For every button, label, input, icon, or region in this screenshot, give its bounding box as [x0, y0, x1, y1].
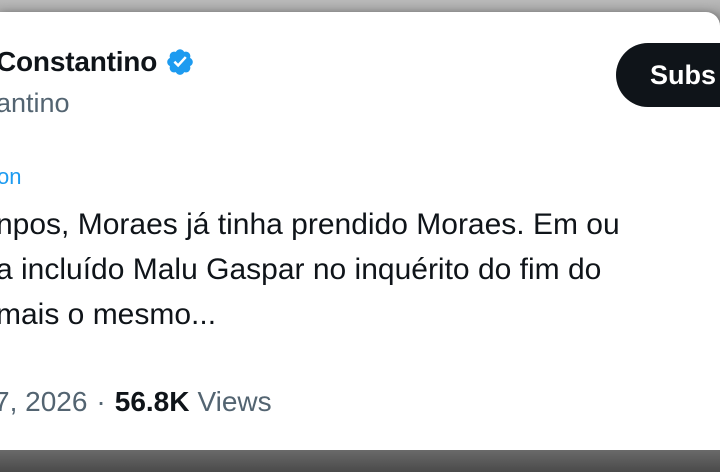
subscribe-button[interactable]: Subs	[616, 43, 720, 107]
views-label: Views	[197, 386, 272, 417]
tweet-meta: 7, 2026 · 56.8K Views	[0, 386, 272, 418]
verified-badge-icon[interactable]	[165, 47, 195, 77]
tweet-date[interactable]: 7, 2026	[0, 386, 87, 418]
meta-separator: ·	[96, 386, 106, 417]
tweet-card: Constantino antino Subs on npos, Moraes …	[0, 12, 720, 450]
tweet-text-line: npos, Moraes já tinha prendido Moraes. E…	[0, 208, 620, 241]
translate-link[interactable]: on	[0, 164, 21, 190]
tweet-text: npos, Moraes já tinha prendido Moraes. E…	[0, 202, 720, 337]
tweet-text-line: mais o mesmo...	[0, 298, 217, 331]
author-display-name[interactable]: Constantino	[0, 46, 157, 78]
author-row: Constantino	[0, 42, 195, 82]
tweet-text-line: a incluído Malu Gaspar no inquérito do f…	[0, 253, 602, 286]
author-handle[interactable]: antino	[0, 88, 70, 119]
views-count: 56.8K	[114, 386, 190, 417]
bottom-shadow	[0, 450, 720, 472]
